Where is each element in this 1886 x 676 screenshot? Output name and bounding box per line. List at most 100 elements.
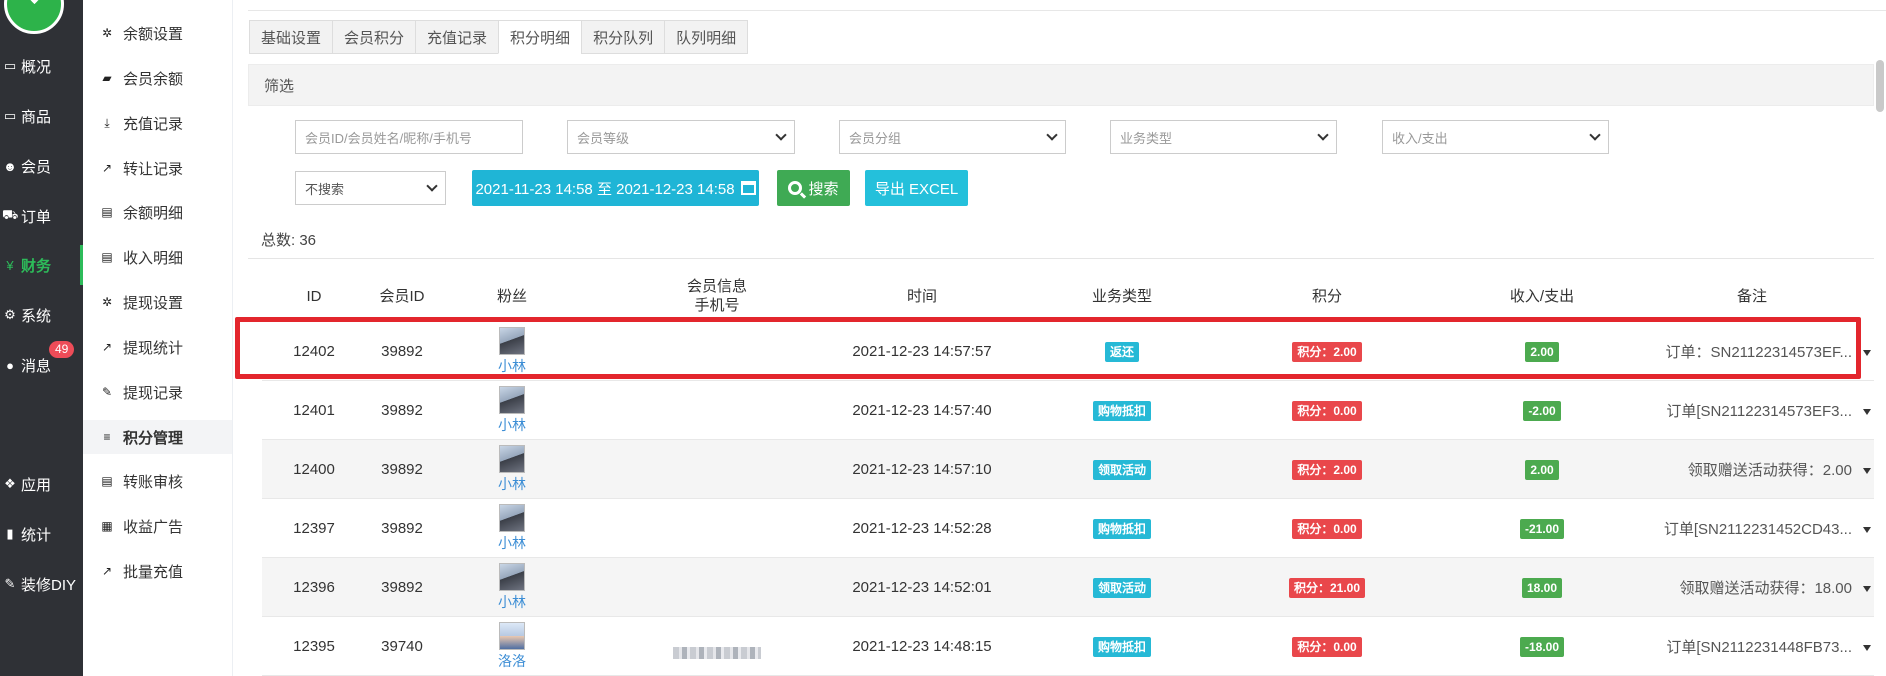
subnav-transfer-review[interactable]: ▤ 转账审核 xyxy=(99,469,233,493)
member-group-select[interactable]: 会员分组 xyxy=(839,120,1066,154)
subnav-label: 提现统计 xyxy=(123,339,184,357)
cell-fans[interactable]: 小林 xyxy=(482,445,542,494)
check-icon xyxy=(25,0,51,5)
subnav-points-management[interactable]: ≡ 积分管理 xyxy=(83,420,232,454)
income-expense-label: -18.00 xyxy=(1519,636,1565,657)
subnav-member-balance[interactable]: ▰ 会员余额 xyxy=(99,66,233,90)
cell-fans[interactable]: 小林 xyxy=(482,504,542,553)
col-note: 备注 xyxy=(1736,287,1767,305)
scrollbar[interactable] xyxy=(1876,60,1884,112)
subnav-label: 会员余额 xyxy=(123,70,184,88)
income-expense-label: -21.00 xyxy=(1519,518,1565,539)
nav-label: 订单 xyxy=(21,208,52,226)
col-income-expense: 收入/支出 xyxy=(1509,287,1575,305)
subnav-recharge-records[interactable]: ⤓ 充值记录 xyxy=(99,111,233,135)
subnav-transfer-records[interactable]: ↗ 转让记录 xyxy=(99,156,233,180)
tab-points-queue[interactable]: 积分队列 xyxy=(581,20,665,54)
finance-subnav: ✲ 余额设置 ▰ 会员余额 ⤓ 充值记录 ↗ 转让记录 ▤ 余额明细 ▤ 收入明细 ✲ 提现设… xyxy=(83,0,233,676)
table-top-divider xyxy=(248,258,1874,259)
nav-item-orders[interactable]: ⛟ 订单 xyxy=(0,196,83,236)
subnav-income-details[interactable]: ▤ 收入明细 xyxy=(99,245,233,269)
date-range-picker[interactable]: 2021-11-23 14:58 至 2021-12-23 14:58 xyxy=(472,170,759,206)
nav-item-overview[interactable]: ▭ 概况 xyxy=(0,46,83,86)
tab-queue-details[interactable]: 队列明细 xyxy=(664,20,749,54)
fan-nickname[interactable]: 小林 xyxy=(482,592,542,612)
table-row: 12401 39892 小林 2021-12-23 14:57:40 购物抵扣 积分：0.… xyxy=(262,381,1874,440)
expand-arrow-icon[interactable] xyxy=(1863,468,1871,474)
subnav-withdraw-records[interactable]: ✎ 提现记录 xyxy=(99,380,233,404)
nav-item-members[interactable]: ☻ 会员 xyxy=(0,146,83,186)
search-button[interactable]: 搜索 xyxy=(777,170,850,206)
fan-nickname[interactable]: 小林 xyxy=(482,356,542,376)
tab-basic-settings[interactable]: 基础设置 xyxy=(249,20,333,54)
cell-fans[interactable]: 小林 xyxy=(482,563,542,612)
expand-arrow-icon[interactable] xyxy=(1863,350,1871,356)
nav-item-goods[interactable]: ▭ 商品 xyxy=(0,96,83,136)
date-range-text: 2021-11-23 14:58 至 2021-12-23 14:58 xyxy=(475,180,735,198)
nav-label: 消息 xyxy=(21,357,52,375)
subnav-revenue-ads[interactable]: ▦ 收益广告 xyxy=(99,514,233,538)
message-count-badge: 49 xyxy=(49,341,75,358)
cell-points: 积分：0.00 xyxy=(1272,617,1382,676)
gear-icon: ✲ xyxy=(101,295,113,309)
biz-type-label: 购物抵扣 xyxy=(1092,518,1151,539)
filter-panel-title: 筛选 xyxy=(248,64,1874,106)
subnav-balance-details[interactable]: ▤ 余额明细 xyxy=(99,200,233,224)
cell-fans[interactable]: 小林 xyxy=(482,386,542,435)
subnav-label: 转让记录 xyxy=(123,160,184,178)
fan-nickname[interactable]: 小林 xyxy=(482,474,542,494)
expand-arrow-icon[interactable] xyxy=(1863,586,1871,592)
cell-biz-type: 购物抵扣 xyxy=(1062,499,1182,558)
cubes-icon: ❖ xyxy=(4,476,16,491)
cell-points: 积分：0.00 xyxy=(1272,381,1382,440)
income-expense-label: 18.00 xyxy=(1521,577,1563,598)
member-search-input[interactable]: 会员ID/会员姓名/昵称/手机号 xyxy=(295,120,523,154)
biz-type-label: 返还 xyxy=(1104,341,1139,362)
export-excel-button[interactable]: 导出 EXCEL xyxy=(865,170,968,206)
table-row: 12402 39892 小林 2021-12-23 14:57:57 返还 积分：2.00… xyxy=(262,322,1874,381)
subnav-batch-recharge[interactable]: ↗ 批量充值 xyxy=(99,559,233,583)
subnav-balance-settings[interactable]: ✲ 余额设置 xyxy=(99,21,233,45)
cell-note: 订单：SN21122314573EF... xyxy=(1665,344,1853,361)
biz-type-select[interactable]: 业务类型 xyxy=(1110,120,1337,154)
fan-nickname[interactable]: 小林 xyxy=(482,415,542,435)
main-content: 基础设置 会员积分 充值记录 积分明细 积分队列 队列明细 筛选 会员ID/会员… xyxy=(248,0,1886,676)
expand-arrow-icon[interactable] xyxy=(1863,409,1871,415)
nav-item-apps[interactable]: ❖ 应用 xyxy=(0,464,83,504)
income-expense-label: -2.00 xyxy=(1523,400,1561,421)
subnav-label: 提现记录 xyxy=(123,384,184,402)
bar-chart-icon: ▮ xyxy=(6,526,14,541)
col-member-info: 会员信息 手机号 xyxy=(662,270,772,322)
subnav-withdraw-settings[interactable]: ✲ 提现设置 xyxy=(99,290,233,314)
nav-item-diy[interactable]: ✎ 装修DIY xyxy=(0,564,83,604)
nav-item-messages[interactable]: ● 消息 49 xyxy=(0,341,83,385)
income-expense-select[interactable]: 收入/支出 xyxy=(1382,120,1609,154)
fan-nickname[interactable]: 洛洛 xyxy=(482,651,542,671)
nav-item-stats[interactable]: ▮ 统计 xyxy=(0,514,83,554)
tab-points-details[interactable]: 积分明细 xyxy=(498,20,582,54)
tab-recharge-records[interactable]: 充值记录 xyxy=(415,20,499,54)
search-mode-select[interactable]: 不搜索 xyxy=(295,171,446,205)
cell-income-expense: 2.00 xyxy=(1482,440,1602,499)
subnav-withdraw-stats[interactable]: ↗ 提现统计 xyxy=(99,335,233,359)
cell-biz-type: 领取活动 xyxy=(1062,440,1182,499)
member-level-select[interactable]: 会员等级 xyxy=(567,120,795,154)
cell-time: 2021-12-23 14:52:01 xyxy=(852,579,992,596)
yen-icon: ¥ xyxy=(6,257,14,273)
expand-arrow-icon[interactable] xyxy=(1863,645,1871,651)
tab-member-points[interactable]: 会员积分 xyxy=(332,20,416,54)
download-icon: ⤓ xyxy=(104,115,110,130)
cell-fans[interactable]: 小林 xyxy=(482,327,542,376)
book-icon: ▰ xyxy=(102,71,112,85)
expand-arrow-icon[interactable] xyxy=(1863,527,1871,533)
subnav-label: 充值记录 xyxy=(123,115,184,133)
nav-item-finance[interactable]: ¥ 财务 xyxy=(0,245,83,285)
cell-points: 积分：0.00 xyxy=(1272,499,1382,558)
col-fans: 粉丝 xyxy=(496,287,527,305)
cell-fans[interactable]: 洛洛 xyxy=(482,622,542,671)
nav-item-system[interactable]: ⚙ 系统 xyxy=(0,295,83,335)
biz-type-label: 领取活动 xyxy=(1092,459,1151,480)
fan-nickname[interactable]: 小林 xyxy=(482,533,542,553)
nav-label: 概况 xyxy=(21,58,52,76)
gear-icon: ✲ xyxy=(101,26,113,40)
